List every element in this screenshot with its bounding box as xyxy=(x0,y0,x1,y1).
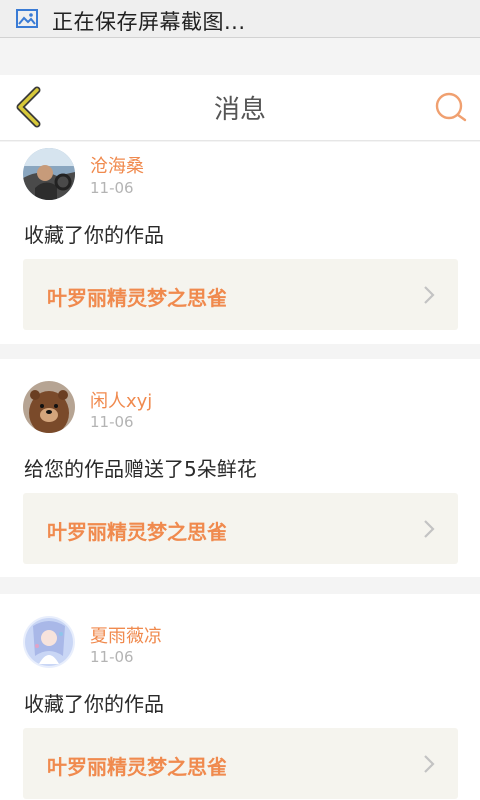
message-time: 11-06 xyxy=(90,648,134,666)
work-title: 叶罗丽精灵梦之思雀 xyxy=(47,520,227,544)
avatar[interactable] xyxy=(23,616,75,668)
avatar[interactable] xyxy=(23,148,75,200)
avatar[interactable] xyxy=(23,381,75,433)
work-title: 叶罗丽精灵梦之思雀 xyxy=(47,755,227,779)
work-link[interactable]: 叶罗丽精灵梦之思雀 xyxy=(23,493,458,564)
user-name[interactable]: 闲人xyj xyxy=(90,387,152,413)
chevron-right-icon xyxy=(424,755,435,773)
message-text: 给您的作品赠送了5朵鲜花 xyxy=(24,457,257,481)
message-card: 夏雨薇凉 11-06 收藏了你的作品 叶罗丽精灵梦之思雀 xyxy=(0,594,480,800)
chevron-right-icon xyxy=(424,520,435,538)
work-link[interactable]: 叶罗丽精灵梦之思雀 xyxy=(23,728,458,799)
message-time: 11-06 xyxy=(90,179,134,197)
status-bar: 正在保存屏幕截图... xyxy=(0,0,480,38)
user-name[interactable]: 沧海桑 xyxy=(90,152,144,178)
page-title: 消息 xyxy=(213,95,266,125)
status-text: 正在保存屏幕截图... xyxy=(52,10,246,34)
user-name[interactable]: 夏雨薇凉 xyxy=(90,622,162,648)
chevron-right-icon xyxy=(424,286,435,304)
work-title: 叶罗丽精灵梦之思雀 xyxy=(47,286,227,310)
search-button[interactable] xyxy=(430,87,472,129)
message-text: 收藏了你的作品 xyxy=(24,692,164,716)
message-text: 收藏了你的作品 xyxy=(24,223,164,247)
message-time: 11-06 xyxy=(90,413,134,431)
image-icon xyxy=(15,7,39,31)
work-link[interactable]: 叶罗丽精灵梦之思雀 xyxy=(23,259,458,330)
message-card: 闲人xyj 11-06 给您的作品赠送了5朵鲜花 叶罗丽精灵梦之思雀 xyxy=(0,359,480,577)
header: 消息 xyxy=(0,75,480,141)
message-card: 沧海桑 11-06 收藏了你的作品 叶罗丽精灵梦之思雀 xyxy=(0,142,480,344)
search-icon xyxy=(435,92,467,122)
